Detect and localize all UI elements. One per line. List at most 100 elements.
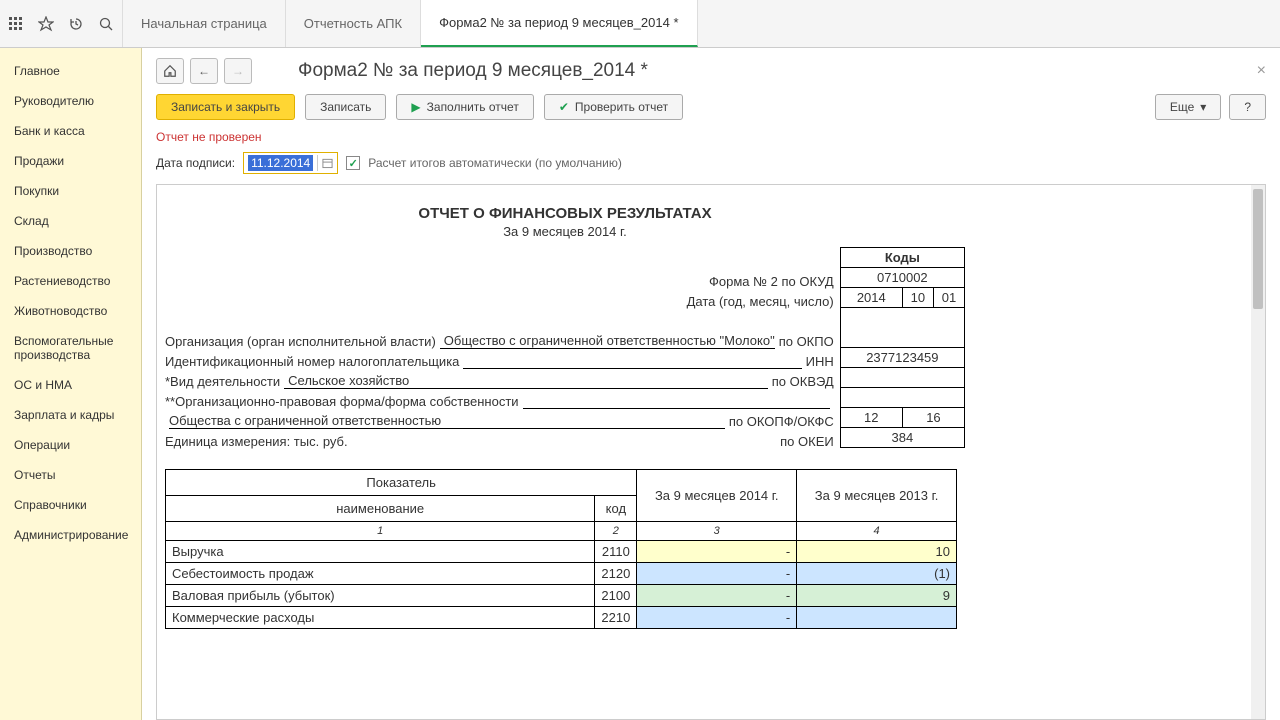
sidebar: Главное Руководителю Банк и касса Продаж…	[0, 48, 142, 720]
cell-code: 2120	[595, 563, 637, 585]
table-row: Валовая прибыль (убыток) 2100 - 9	[166, 585, 957, 607]
okud-label: Форма № 2 по ОКУД	[709, 274, 834, 289]
date-day: 01	[933, 288, 964, 308]
sidebar-item-admin[interactable]: Администрирование	[0, 520, 141, 550]
auto-calc-checkbox[interactable]: ✓	[346, 156, 360, 170]
tab-form2[interactable]: Форма2 № за период 9 месяцев_2014 *	[421, 0, 697, 47]
scrollbar-thumb[interactable]	[1253, 189, 1263, 309]
org-label: Организация (орган исполнительной власти…	[165, 334, 436, 349]
org-value: Общество с ограниченной ответственностью…	[440, 333, 775, 349]
help-button[interactable]: ?	[1229, 94, 1266, 120]
col-period2: За 9 месяцев 2013 г.	[797, 470, 957, 522]
form-label: **Организационно-правовая форма/форма со…	[165, 394, 519, 409]
report-canvas: ОТЧЕТ О ФИНАНСОВЫХ РЕЗУЛЬТАТАХ За 9 меся…	[156, 184, 1266, 720]
tab-reporting[interactable]: Отчетность АПК	[286, 0, 421, 47]
cell-v2[interactable]: 10	[797, 541, 957, 563]
activity-value: Сельское хозяйство	[284, 373, 768, 389]
inn-code-label: ИНН	[806, 354, 834, 369]
numrow-3: 3	[637, 522, 797, 541]
data-table: Показатель За 9 месяцев 2014 г. За 9 мес…	[165, 469, 957, 629]
okpo-label: по ОКПО	[779, 334, 834, 349]
sidebar-item-bank[interactable]: Банк и касса	[0, 116, 141, 146]
sidebar-item-purchases[interactable]: Покупки	[0, 176, 141, 206]
sidebar-item-reports[interactable]: Отчеты	[0, 460, 141, 490]
top-toolbar: Начальная страница Отчетность АПК Форма2…	[0, 0, 1280, 48]
auto-calc-label: Расчет итогов автоматически (по умолчани…	[368, 156, 622, 170]
sidebar-item-livestock[interactable]: Животноводство	[0, 296, 141, 326]
sidebar-item-catalogs[interactable]: Справочники	[0, 490, 141, 520]
forward-button[interactable]: →	[224, 58, 252, 84]
col-period1: За 9 месяцев 2014 г.	[637, 470, 797, 522]
status-text: Отчет не проверен	[142, 128, 1280, 146]
numrow-1: 1	[166, 522, 595, 541]
okei-value: 384	[840, 428, 964, 448]
form-value: Общества с ограниченной ответственностью	[169, 413, 725, 429]
save-button[interactable]: Записать	[305, 94, 386, 120]
cell-v1[interactable]: -	[637, 563, 797, 585]
sidebar-item-crops[interactable]: Растениеводство	[0, 266, 141, 296]
cell-v1[interactable]: -	[637, 541, 797, 563]
play-icon: ▶	[411, 100, 420, 114]
cell-name: Себестоимость продаж	[166, 563, 595, 585]
apps-icon[interactable]	[8, 16, 24, 32]
sidebar-item-production[interactable]: Производство	[0, 236, 141, 266]
star-icon[interactable]	[38, 16, 54, 32]
fill-report-label: Заполнить отчет	[427, 100, 519, 114]
home-button[interactable]	[156, 58, 184, 84]
save-close-button[interactable]: Записать и закрыть	[156, 94, 295, 120]
sidebar-item-assets[interactable]: ОС и НМА	[0, 370, 141, 400]
okved-label: по ОКВЭД	[772, 374, 834, 389]
cell-name: Коммерческие расходы	[166, 607, 595, 629]
sidebar-item-operations[interactable]: Операции	[0, 430, 141, 460]
more-button[interactable]: Еще ▾	[1155, 94, 1221, 120]
back-button[interactable]: ←	[190, 58, 218, 84]
table-row: Выручка 2110 - 10	[166, 541, 957, 563]
codes-header: Коды	[840, 248, 964, 268]
search-icon[interactable]	[98, 16, 114, 32]
sidebar-item-aux[interactable]: Вспомогательные производства	[0, 326, 141, 370]
date-year: 2014	[840, 288, 902, 308]
table-row: Коммерческие расходы 2210 -	[166, 607, 957, 629]
okved-value	[840, 368, 964, 388]
table-row: Себестоимость продаж 2120 - (1)	[166, 563, 957, 585]
col-code: код	[595, 496, 637, 522]
history-icon[interactable]	[68, 16, 84, 32]
sidebar-item-sales[interactable]: Продажи	[0, 146, 141, 176]
tab-home[interactable]: Начальная страница	[123, 0, 286, 47]
col-name: наименование	[166, 496, 595, 522]
okopf-value-2: 16	[902, 408, 964, 428]
tab-bar: Начальная страница Отчетность АПК Форма2…	[123, 0, 698, 47]
scrollbar-vertical[interactable]	[1251, 185, 1265, 719]
inn-label: Идентификационный номер налогоплательщик…	[165, 354, 459, 369]
report-subtitle: За 9 месяцев 2014 г.	[165, 224, 965, 239]
report-title: ОТЧЕТ О ФИНАНСОВЫХ РЕЗУЛЬТАТАХ	[165, 205, 965, 222]
cell-v1[interactable]: -	[637, 607, 797, 629]
codes-table: Коды 0710002 2014 10 01 2377123459	[840, 247, 965, 448]
close-icon[interactable]: ×	[1257, 62, 1266, 80]
inn-value: 2377123459	[840, 348, 964, 368]
cell-code: 2100	[595, 585, 637, 607]
okopf-label: по ОКОПФ/ОКФС	[729, 414, 834, 429]
chevron-down-icon: ▾	[1200, 100, 1206, 114]
okopf-value-1: 12	[840, 408, 902, 428]
content-area: × ← → Форма2 № за период 9 месяцев_2014 …	[142, 48, 1280, 720]
numrow-2: 2	[595, 522, 637, 541]
signature-date-input[interactable]: 11.12.2014	[243, 152, 338, 174]
fill-report-button[interactable]: ▶ Заполнить отчет	[396, 94, 533, 120]
cell-v2[interactable]	[797, 607, 957, 629]
cell-v2[interactable]: (1)	[797, 563, 957, 585]
sidebar-item-stock[interactable]: Склад	[0, 206, 141, 236]
sidebar-item-manager[interactable]: Руководителю	[0, 86, 141, 116]
calendar-icon[interactable]	[317, 155, 333, 171]
sidebar-item-payroll[interactable]: Зарплата и кадры	[0, 400, 141, 430]
cell-v2[interactable]: 9	[797, 585, 957, 607]
cell-v1[interactable]: -	[637, 585, 797, 607]
activity-label: *Вид деятельности	[165, 374, 280, 389]
sidebar-item-main[interactable]: Главное	[0, 56, 141, 86]
check-report-button[interactable]: ✔ Проверить отчет	[544, 94, 683, 120]
page-title: Форма2 № за период 9 месяцев_2014 *	[298, 60, 648, 82]
date-label: Дата (год, месяц, число)	[687, 294, 834, 309]
okpo-value	[840, 308, 964, 348]
check-icon: ✔	[559, 100, 569, 114]
okud-value: 0710002	[840, 268, 964, 288]
